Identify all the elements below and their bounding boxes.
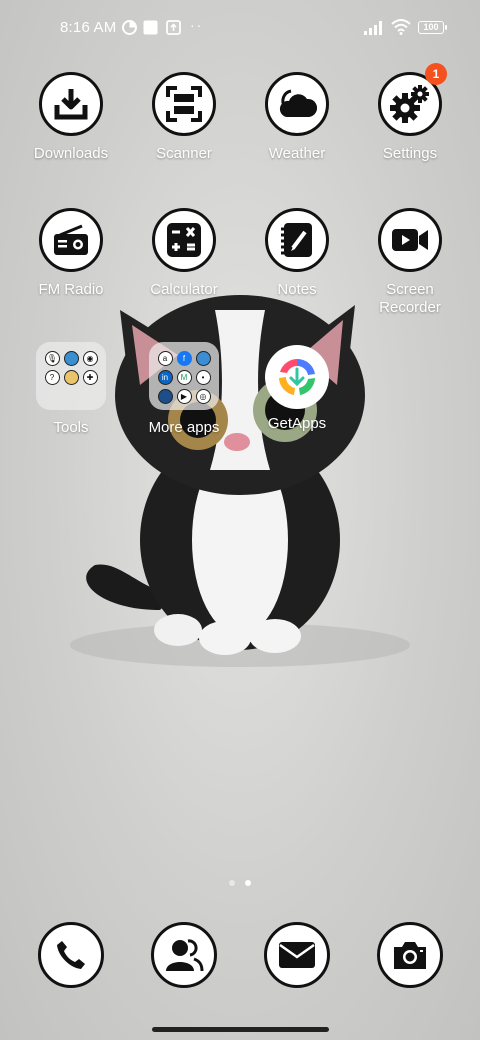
data-saver-icon [122, 20, 137, 35]
radio-icon [39, 208, 103, 272]
help-mini-icon: ? [44, 370, 60, 385]
browser-mini-icon [195, 351, 211, 366]
camera-icon [377, 922, 443, 988]
signal-icon [364, 21, 382, 35]
browser-mini-icon [63, 351, 79, 366]
dock-phone[interactable] [38, 922, 104, 988]
app-label: Downloads [33, 145, 109, 162]
dock-messages[interactable] [264, 922, 330, 988]
app-getapps[interactable]: GetApps [241, 345, 353, 433]
gears-icon: 1 [378, 63, 447, 136]
settings-mini-icon: ◎ [195, 389, 211, 404]
home-gesture-bar[interactable] [152, 1027, 329, 1032]
app-label: Screen Recorder [379, 281, 441, 316]
page-dot-2-active[interactable] [245, 880, 251, 886]
app-label: More apps [148, 419, 220, 436]
app-calculator[interactable]: Calculator [128, 208, 240, 299]
more-notifications-indicator: ·· [190, 17, 204, 33]
app-notes[interactable]: Notes [241, 208, 353, 299]
play-mini-icon: ▶ [176, 389, 192, 404]
app-screen-recorder[interactable]: Screen Recorder [354, 208, 466, 317]
notes-icon [265, 208, 329, 272]
contacts-icon [151, 922, 217, 988]
notification-square-icon [143, 20, 158, 35]
battery-indicator: 100 [418, 21, 447, 34]
folder-more-apps[interactable]: a f in M • ▶ ◎ More apps [128, 342, 240, 437]
app-scanner[interactable]: Scanner [128, 72, 240, 163]
dock-contacts[interactable] [151, 922, 217, 988]
facebook-mini-icon: f [176, 351, 192, 366]
mail-icon [264, 922, 330, 988]
app-label: Scanner [156, 145, 212, 162]
app-label: Weather [268, 145, 326, 162]
page-dot-1[interactable] [229, 880, 235, 886]
app-label: Tools [53, 419, 89, 436]
weather-cloud-icon [265, 72, 329, 136]
downloads-icon [39, 72, 103, 136]
folder-tools[interactable]: 🎙 ◉ ? ✚ Tools [15, 342, 127, 437]
phone-icon [38, 922, 104, 988]
status-bar: 8:16 AM ·· 100 [0, 14, 480, 42]
notification-badge: 1 [425, 63, 447, 85]
tools-folder-preview: 🎙 ◉ ? ✚ [36, 342, 106, 410]
recorder-mini-icon: 🎙 [44, 351, 60, 366]
more-apps-folder-preview: a f in M • ▶ ◎ [149, 342, 219, 410]
compass-mini-icon: ◉ [82, 351, 98, 366]
video-camera-icon [378, 208, 442, 272]
app-settings[interactable]: 1 Settings [354, 63, 466, 163]
app-label: GetApps [267, 415, 327, 432]
wifi-icon [391, 19, 411, 35]
upload-app-icon [166, 20, 181, 35]
cleaner-mini-icon [63, 370, 79, 385]
calculator-icon [152, 208, 216, 272]
app-weather[interactable]: Weather [241, 72, 353, 163]
linkedin-mini-icon: in [157, 370, 173, 385]
scanner-icon [152, 72, 216, 136]
game-mini-icon: • [195, 370, 211, 385]
getapps-icon [265, 345, 329, 409]
app-fm-radio[interactable]: FM Radio [15, 208, 127, 299]
app-label: Notes [277, 281, 317, 298]
app-mini-icon [157, 389, 173, 404]
app-downloads[interactable]: Downloads [15, 72, 127, 163]
app-label: FM Radio [38, 281, 104, 298]
game-mini-icon: ✚ [82, 370, 98, 385]
app-label: Calculator [150, 281, 218, 298]
dock-camera[interactable] [377, 922, 443, 988]
status-time: 8:16 AM [60, 19, 117, 36]
store-mini-icon: M [176, 370, 192, 385]
app-label: Settings [382, 145, 438, 162]
amazon-mini-icon: a [157, 351, 173, 366]
